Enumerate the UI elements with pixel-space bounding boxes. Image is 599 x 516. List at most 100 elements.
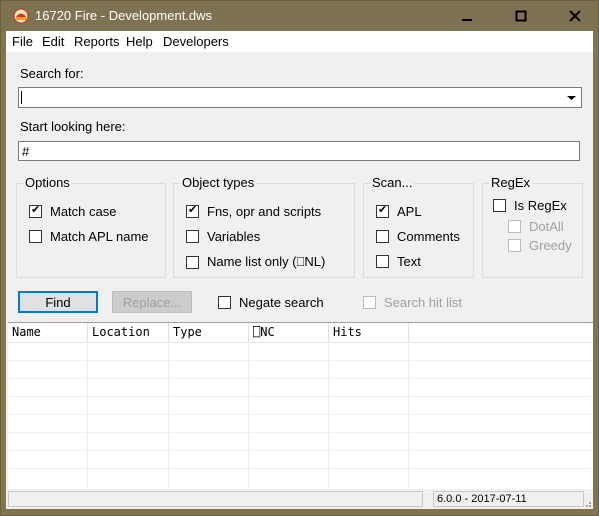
match-apl-name-label: Match APL name — [50, 229, 149, 244]
variables-label: Variables — [207, 229, 261, 244]
start-looking-value[interactable]: # — [22, 144, 29, 159]
column-header-nc[interactable]: ⎕NC — [249, 323, 329, 342]
match-case-box[interactable]: ✔ — [29, 204, 42, 218]
object-types-group: Object types ✔ Fns, opr and scripts Vari… — [173, 175, 355, 278]
results-list[interactable]: Name Location Type ⎕NC Hits — [8, 322, 593, 489]
dotall-checkbox: DotAll — [508, 219, 564, 234]
text-cursor — [21, 91, 22, 104]
is-regex-label: Is RegEx — [514, 198, 567, 213]
checkmark-icon: ✔ — [378, 204, 388, 216]
find-button[interactable]: Find — [18, 291, 98, 313]
title-bar[interactable]: 16720 Fire - Development.dws — [1, 1, 598, 31]
grid-line — [8, 378, 593, 379]
grid-line — [8, 450, 593, 451]
search-hit-list-box — [363, 296, 376, 309]
options-group-title: Options — [23, 175, 72, 190]
grid-column-line — [87, 342, 88, 489]
grid-column-line — [408, 342, 409, 489]
scan-text-label: Text — [397, 254, 421, 269]
minimize-button[interactable] — [444, 1, 490, 31]
fns-label: Fns, opr and scripts — [207, 204, 322, 219]
scan-apl-checkbox[interactable]: ✔ APL — [376, 204, 422, 219]
regex-group: RegEx Is RegEx DotAll Greedy — [482, 175, 583, 278]
menu-bar: File Edit Reports Help Developers — [6, 31, 593, 52]
object-types-group-title: Object types — [180, 175, 257, 190]
grid-line — [8, 414, 593, 415]
grid-line — [8, 432, 593, 433]
menu-reports[interactable]: Reports — [74, 34, 120, 49]
column-header-type[interactable]: Type — [169, 323, 249, 342]
app-window: 16720 Fire - Development.dws File Edit R… — [0, 0, 599, 516]
regex-group-title: RegEx — [489, 175, 533, 190]
status-panel-main — [8, 491, 423, 507]
scan-apl-box[interactable]: ✔ — [376, 204, 389, 218]
greedy-box — [508, 239, 521, 252]
scan-group: Scan... ✔ APL Comments Text — [363, 175, 474, 278]
start-looking-label: Start looking here: — [20, 119, 126, 134]
grid-column-line — [328, 342, 329, 489]
scan-group-title: Scan... — [370, 175, 415, 190]
dotall-label: DotAll — [529, 219, 564, 234]
is-regex-box[interactable] — [493, 199, 506, 212]
grid-line — [8, 360, 593, 361]
column-header-location[interactable]: Location — [88, 323, 169, 342]
negate-search-box[interactable] — [218, 296, 231, 309]
replace-button: Replace... — [112, 291, 192, 313]
scan-text-checkbox[interactable]: Text — [376, 254, 421, 269]
results-header: Name Location Type ⎕NC Hits — [8, 323, 593, 343]
grid-column-line — [248, 342, 249, 489]
match-case-label: Match case — [50, 204, 117, 219]
search-dropdown-button[interactable] — [562, 89, 580, 106]
scan-comments-box[interactable] — [376, 230, 389, 243]
match-apl-name-checkbox[interactable]: Match APL name — [29, 229, 149, 244]
client-area: File Edit Reports Help Developers Search… — [6, 31, 593, 509]
negate-search-label: Negate search — [239, 295, 324, 310]
fire-app-icon — [13, 8, 29, 24]
maximize-button[interactable] — [498, 1, 544, 31]
grid-line — [8, 468, 593, 469]
options-group: Options ✔ Match case Match APL name — [16, 175, 166, 278]
chevron-down-icon — [567, 96, 576, 100]
minimize-icon — [462, 19, 472, 21]
fns-checkbox[interactable]: ✔ Fns, opr and scripts — [186, 204, 321, 219]
maximize-icon — [515, 10, 527, 22]
greedy-checkbox: Greedy — [508, 238, 572, 253]
search-hit-list-checkbox: Search hit list — [363, 295, 462, 310]
checkmark-icon: ✔ — [31, 204, 41, 216]
close-button[interactable] — [552, 1, 598, 31]
close-icon — [569, 10, 581, 22]
is-regex-checkbox[interactable]: Is RegEx — [493, 198, 567, 213]
variables-checkbox[interactable]: Variables — [186, 229, 260, 244]
search-for-label: Search for: — [20, 66, 84, 81]
column-header-name[interactable]: Name — [8, 323, 88, 342]
scan-comments-label: Comments — [397, 229, 460, 244]
resize-grip-icon[interactable] — [582, 498, 592, 508]
start-looking-input[interactable]: # — [18, 141, 580, 161]
match-case-checkbox[interactable]: ✔ Match case — [29, 204, 116, 219]
namelist-box[interactable] — [186, 255, 199, 269]
checkmark-icon: ✔ — [188, 204, 198, 216]
menu-developers[interactable]: Developers — [163, 34, 229, 49]
grid-column-line — [168, 342, 169, 489]
variables-box[interactable] — [186, 230, 199, 243]
search-hit-list-label: Search hit list — [384, 295, 463, 310]
column-header-hits[interactable]: Hits — [329, 323, 409, 342]
dotall-box — [508, 220, 521, 233]
grid-line — [8, 396, 593, 397]
scan-text-box[interactable] — [376, 255, 389, 268]
namelist-checkbox[interactable]: Name list only (⎕NL) — [186, 254, 325, 270]
namelist-label: Name list only (⎕NL) — [207, 254, 326, 269]
menu-edit[interactable]: Edit — [42, 34, 64, 49]
status-panel-version: 6.0.0 - 2017-07-11 — [433, 491, 584, 507]
search-combobox[interactable] — [18, 87, 582, 108]
greedy-label: Greedy — [529, 238, 572, 253]
negate-search-checkbox[interactable]: Negate search — [218, 295, 324, 310]
match-apl-name-box[interactable] — [29, 230, 42, 243]
scan-comments-checkbox[interactable]: Comments — [376, 229, 460, 244]
status-bar: 6.0.0 - 2017-07-11 — [6, 489, 593, 509]
menu-file[interactable]: File — [12, 34, 33, 49]
menu-help[interactable]: Help — [126, 34, 153, 49]
scan-apl-label: APL — [397, 204, 422, 219]
window-title: 16720 Fire - Development.dws — [35, 8, 213, 23]
fns-box[interactable]: ✔ — [186, 204, 199, 218]
